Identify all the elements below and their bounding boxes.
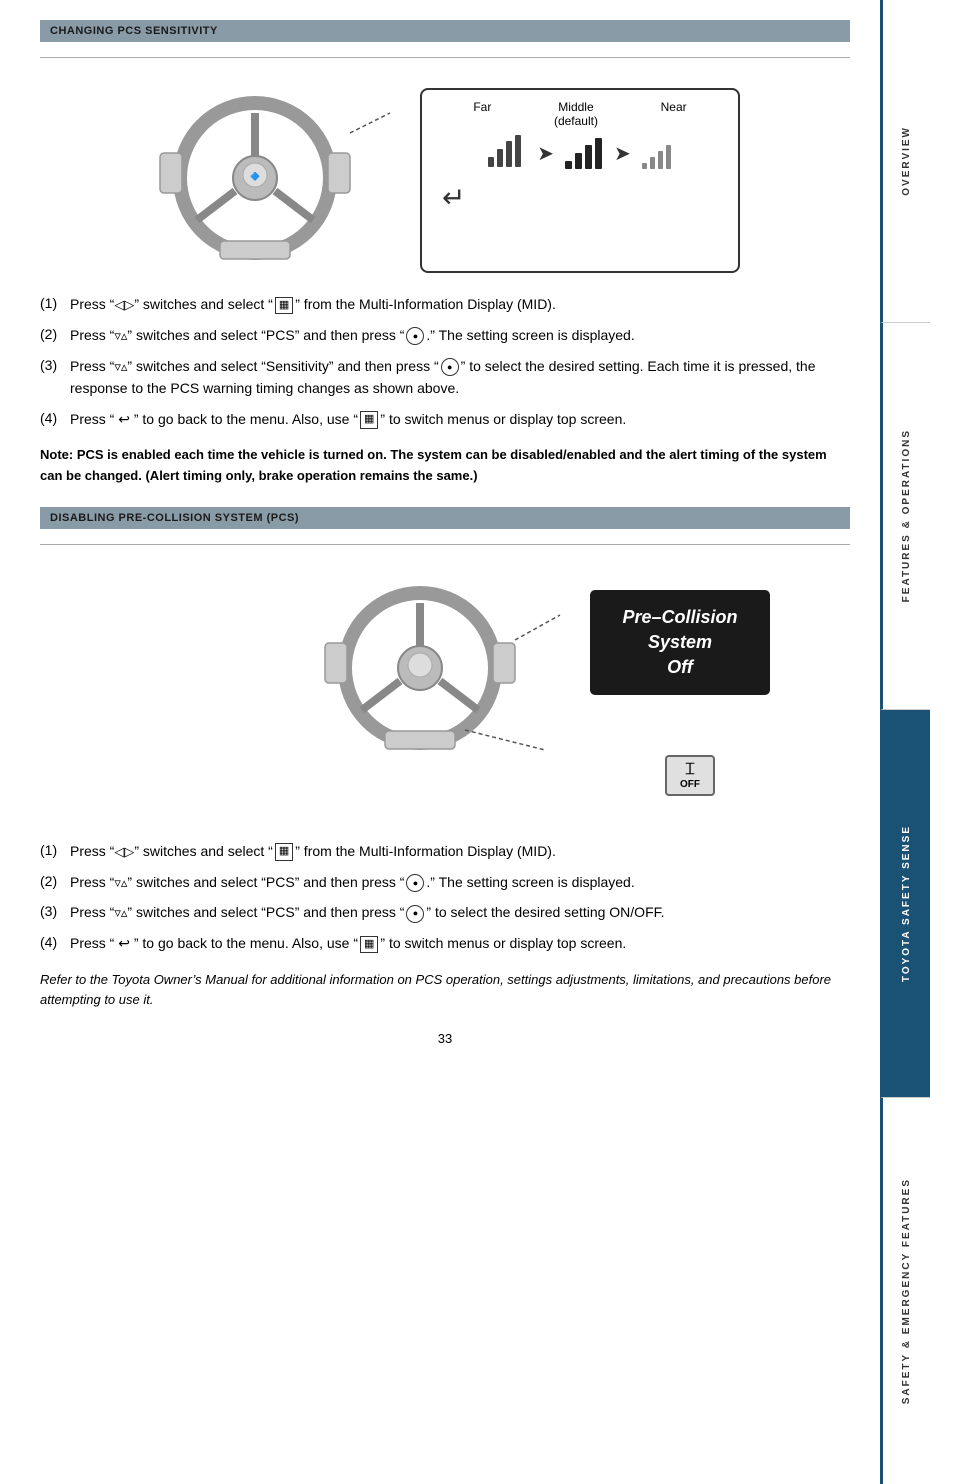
instr-num-2-4: (4) <box>40 932 70 954</box>
confirm-icon-1-2: ● <box>406 327 424 345</box>
sensitivity-diagram-area: 🔷 Far Middle (default) Near <box>40 73 850 273</box>
middle-label: Middle (default) <box>554 100 598 128</box>
page-number: 33 <box>40 1031 850 1046</box>
disabling-diagram-area: Pre–CollisionSystemOff ⌶ OFF <box>40 560 850 820</box>
section1-note: Note: PCS is enabled each time the vehic… <box>40 445 850 487</box>
instruction-2-1: (1) Press “◁▷” switches and select “▦” f… <box>40 840 850 863</box>
mid-icon-2: ▦ <box>275 843 293 860</box>
instruction-2-4: (4) Press “ ↩ ” to go back to the menu. … <box>40 932 850 954</box>
near-signal-icon <box>639 133 675 173</box>
sidebar-toyota: TOYOTA SAFETY SENSE <box>880 710 930 1097</box>
pcs-screen-text: Pre–CollisionSystemOff <box>615 605 745 681</box>
instr-num-1-1: (1) <box>40 293 70 316</box>
instruction-1-1: (1) Press “◁▷” switches and select “▦” f… <box>40 293 850 316</box>
instruction-2-2: (2) Press “▿▵” switches and select “PCS”… <box>40 871 850 894</box>
return-arrow: ↵ <box>442 181 465 214</box>
sidebar-overview-label: OVERVIEW <box>896 116 917 206</box>
menu-switch-icon-2: ▦ <box>360 936 378 953</box>
off-label: OFF <box>680 779 700 790</box>
middle-signal-icon <box>562 133 606 173</box>
steering-wheel-diagram-1: 🔷 <box>150 73 410 273</box>
sidebar-features-label: FEATURES & OPERATIONS <box>896 419 917 612</box>
instr-text-2-1: Press “◁▷” switches and select “▦” from … <box>70 840 850 863</box>
steering-wheel-diagram-2 <box>315 560 575 770</box>
section-changing-pcs: CHANGING PCS SENSITIVITY <box>40 20 850 487</box>
mid-icon-1: ▦ <box>275 297 293 314</box>
near-label: Near <box>661 100 687 128</box>
pcs-display-screen: Pre–CollisionSystemOff <box>590 590 770 696</box>
off-icon: ⌶ <box>685 761 695 779</box>
confirm-icon-2-3: ● <box>406 905 424 923</box>
sidebar-toyota-label: TOYOTA SAFETY SENSE <box>896 815 917 992</box>
instr-num-2-3: (3) <box>40 901 70 924</box>
far-signal-icon <box>485 133 529 173</box>
instr-num-2-1: (1) <box>40 840 70 863</box>
sensitivity-scale: Far Middle (default) Near <box>420 88 740 273</box>
instruction-1-2: (2) Press “▿▵” switches and select “PCS”… <box>40 324 850 347</box>
instr-num-1-4: (4) <box>40 408 70 430</box>
arrow-middle-to-near: ➤ <box>614 141 631 166</box>
instr-num-2-2: (2) <box>40 871 70 894</box>
instr-text-2-2: Press “▿▵” switches and select “PCS” and… <box>70 871 850 894</box>
instr-num-1-2: (2) <box>40 324 70 347</box>
svg-text:🔷: 🔷 <box>250 171 260 181</box>
confirm-icon-2-2: ● <box>406 874 424 892</box>
sidebar-safety-label: SAFETY & EMERGENCY FEATURES <box>896 1168 917 1414</box>
section2-instructions: (1) Press “◁▷” switches and select “▦” f… <box>40 840 850 955</box>
section-header-2: DISABLING PRE-COLLISION SYSTEM (PCS) <box>40 507 850 529</box>
instr-num-1-3: (3) <box>40 355 70 400</box>
instruction-1-3: (3) Press “▿▵” switches and select “Sens… <box>40 355 850 400</box>
arrow-far-to-middle: ➤ <box>537 141 554 166</box>
instr-text-1-3: Press “▿▵” switches and select “Sensitiv… <box>70 355 850 400</box>
menu-switch-icon-1: ▦ <box>360 411 378 428</box>
section2-italic-note: Refer to the Toyota Owner’s Manual for a… <box>40 970 850 1012</box>
off-button-icon: ⌶ OFF <box>665 755 715 796</box>
sidebar-features: FEATURES & OPERATIONS <box>880 323 930 710</box>
section-disabling-pcs: DISABLING PRE-COLLISION SYSTEM (PCS) <box>40 507 850 1011</box>
instr-text-1-2: Press “▿▵” switches and select “PCS” and… <box>70 324 850 347</box>
instruction-1-4: (4) Press “ ↩ ” to go back to the menu. … <box>40 408 850 430</box>
section1-instructions: (1) Press “◁▷” switches and select “▦” f… <box>40 293 850 430</box>
sidebar-safety: SAFETY & EMERGENCY FEATURES <box>880 1098 930 1484</box>
instr-text-2-3: Press “▿▵” switches and select “PCS” and… <box>70 901 850 924</box>
instruction-2-3: (3) Press “▿▵” switches and select “PCS”… <box>40 901 850 924</box>
sensitivity-icons-row: ➤ ➤ <box>485 133 675 173</box>
instr-text-1-4: Press “ ↩ ” to go back to the menu. Also… <box>70 408 850 430</box>
confirm-icon-1-3: ● <box>441 358 459 376</box>
right-sidebar: OVERVIEW FEATURES & OPERATIONS TOYOTA SA… <box>880 0 930 1484</box>
instr-text-1-1: Press “◁▷” switches and select “▦” from … <box>70 293 850 316</box>
instr-text-2-4: Press “ ↩ ” to go back to the menu. Also… <box>70 932 850 954</box>
far-label: Far <box>473 100 491 128</box>
section-header-1: CHANGING PCS SENSITIVITY <box>40 20 850 42</box>
sidebar-overview: OVERVIEW <box>880 0 930 323</box>
